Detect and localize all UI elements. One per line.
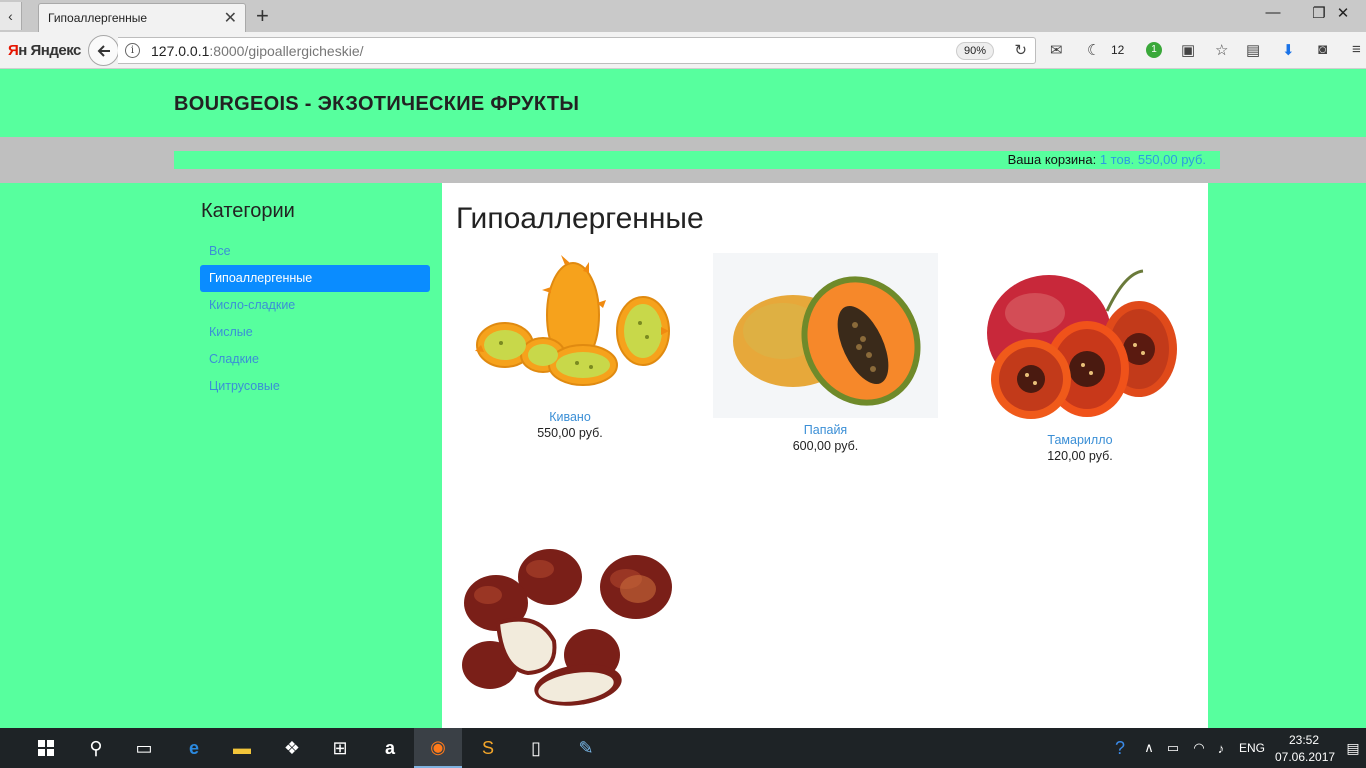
clock-date[interactable]: 07.06.2017 <box>1275 750 1335 764</box>
paint-icon[interactable]: ✎ <box>562 728 610 768</box>
zoom-indicator[interactable]: 90% <box>956 42 994 60</box>
category-all[interactable]: Все <box>200 238 430 265</box>
tab-close-icon[interactable]: ✕ <box>224 8 237 28</box>
windows-logo-icon <box>38 740 54 756</box>
product-card <box>458 545 678 715</box>
amazon-icon[interactable]: a <box>366 728 414 768</box>
download-icon[interactable]: ⬇ <box>1282 41 1295 59</box>
sidebar-heading: Категории <box>201 200 295 222</box>
tab-scroll-left-button[interactable]: ‹ <box>0 2 22 30</box>
edge-browser-icon[interactable]: e <box>170 728 218 768</box>
tab-title: Гипоаллергенные <box>48 11 148 25</box>
language-indicator[interactable]: ENG <box>1239 741 1265 755</box>
menu-icon[interactable]: ≡ <box>1352 41 1361 58</box>
battery-icon[interactable]: ▭ <box>1160 728 1186 768</box>
browser-tab[interactable]: Гипоаллергенные ✕ <box>38 3 246 32</box>
notification-count: 12 <box>1111 43 1125 57</box>
volume-icon[interactable]: ♪ <box>1208 728 1234 768</box>
minimize-button[interactable]: — <box>1250 4 1296 21</box>
cart-label: Ваша корзина: <box>1007 152 1097 167</box>
kiwano-image[interactable] <box>465 253 675 405</box>
terminal-icon[interactable]: ▯ <box>512 728 560 768</box>
notifications-icon[interactable]: ▤ <box>1340 728 1366 768</box>
product-price: 550,00 руб. <box>537 426 603 440</box>
mail-icon[interactable]: ✉ <box>1050 41 1063 59</box>
dropbox-icon[interactable]: ❖ <box>268 728 316 768</box>
site-title: BOURGEOIS - ЭКЗОТИЧЕСКИЕ ФРУКТЫ <box>174 93 580 115</box>
product-name-link[interactable]: Кивано <box>460 410 680 424</box>
cart-summary: Ваша корзина: 1 тов. 550,00 руб. <box>174 151 1220 169</box>
cart-strip: Ваша корзина: 1 тов. 550,00 руб. <box>0 137 1366 183</box>
category-sidebar: Категории Все Гипоаллергенные Кисло-слад… <box>200 200 430 400</box>
arrow-left-icon <box>97 44 110 57</box>
close-window-button[interactable]: ✕ <box>1320 4 1366 22</box>
weather-moon-icon[interactable]: ☾ <box>1087 41 1100 59</box>
file-explorer-icon[interactable]: ▬ <box>218 728 266 768</box>
product-name-link[interactable]: Тамарилло <box>972 433 1188 447</box>
bookmark-star-icon[interactable]: ☆ <box>1215 41 1228 59</box>
product-card: Тамарилло 120,00 руб. <box>972 263 1188 463</box>
category-sweet[interactable]: Сладкие <box>200 346 430 373</box>
task-view-icon[interactable]: ▭ <box>120 728 168 768</box>
store-icon[interactable]: ⊞ <box>316 728 364 768</box>
product-price: 120,00 руб. <box>1047 449 1113 463</box>
product-price: 600,00 руб. <box>792 439 859 453</box>
papaya-image[interactable] <box>713 253 938 418</box>
category-hypoallergenic[interactable]: Гипоаллергенные <box>200 265 430 292</box>
address-bar[interactable]: i 127.0.0.1:8000/gipoallergicheskie/ 90%… <box>118 37 1036 64</box>
search-icon[interactable]: ⚲ <box>72 728 120 768</box>
reading-list-icon[interactable]: ▤ <box>1246 41 1260 59</box>
os-taskbar: ⚲ ▭ e ▬ ❖ ⊞ a ◉ S ▯ ✎ ? ∧ ▭ ◠ ♪ ENG 23:5… <box>0 728 1366 768</box>
clock-time[interactable]: 23:52 <box>1289 733 1319 747</box>
tab-bar: ‹ Гипоаллергенные ✕ + — ❐ ✕ <box>0 0 1366 32</box>
tray-chevron-icon[interactable]: ∧ <box>1136 728 1162 768</box>
cart-link[interactable]: 1 тов. 550,00 руб. <box>1100 152 1206 167</box>
jujube-image[interactable] <box>458 545 678 710</box>
product-card: Кивано 550,00 руб. <box>460 253 680 440</box>
yandex-logo[interactable]: Ян Яндекс <box>8 42 81 59</box>
product-card: Папайя 600,00 руб. <box>713 253 938 453</box>
page-title: Гипоаллергенные <box>456 202 704 235</box>
new-tab-button[interactable]: + <box>256 3 269 29</box>
tamarillo-image[interactable] <box>975 263 1185 428</box>
category-sweet-sour[interactable]: Кисло-сладкие <box>200 292 430 319</box>
windows-start-icon[interactable] <box>22 728 70 768</box>
sublime-text-icon[interactable]: S <box>464 728 512 768</box>
main-content: Гипоаллергенные Кивано 550,00 руб. Папай… <box>442 183 1208 728</box>
firefox-icon[interactable]: ◉ <box>414 728 462 768</box>
extension-badge[interactable]: 1 <box>1146 42 1162 58</box>
back-button[interactable] <box>88 35 119 66</box>
category-citrus[interactable]: Цитрусовые <box>200 373 430 400</box>
info-icon[interactable]: i <box>125 43 140 58</box>
reload-icon[interactable]: ↻ <box>1014 41 1027 59</box>
product-name-link[interactable]: Папайя <box>713 423 938 437</box>
category-list: Все Гипоаллергенные Кисло-сладкие Кислые… <box>200 238 430 400</box>
pocket-icon[interactable]: ◙ <box>1318 41 1327 58</box>
category-sour[interactable]: Кислые <box>200 319 430 346</box>
extension-icon[interactable]: ▣ <box>1181 41 1195 59</box>
url-text[interactable]: 127.0.0.1:8000/gipoallergicheskie/ <box>151 43 364 59</box>
